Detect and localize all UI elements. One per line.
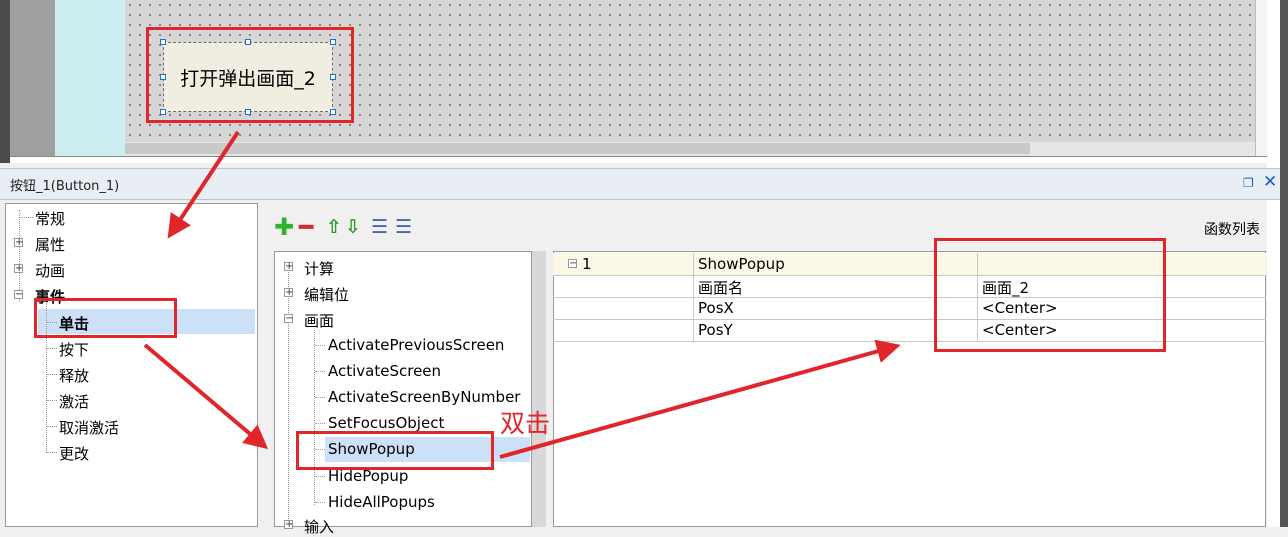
annotation-arrows bbox=[143, 130, 901, 459]
arrow-to-showpopup bbox=[143, 343, 269, 450]
arrow-to-click bbox=[167, 130, 240, 239]
arrow-to-table bbox=[499, 339, 901, 459]
